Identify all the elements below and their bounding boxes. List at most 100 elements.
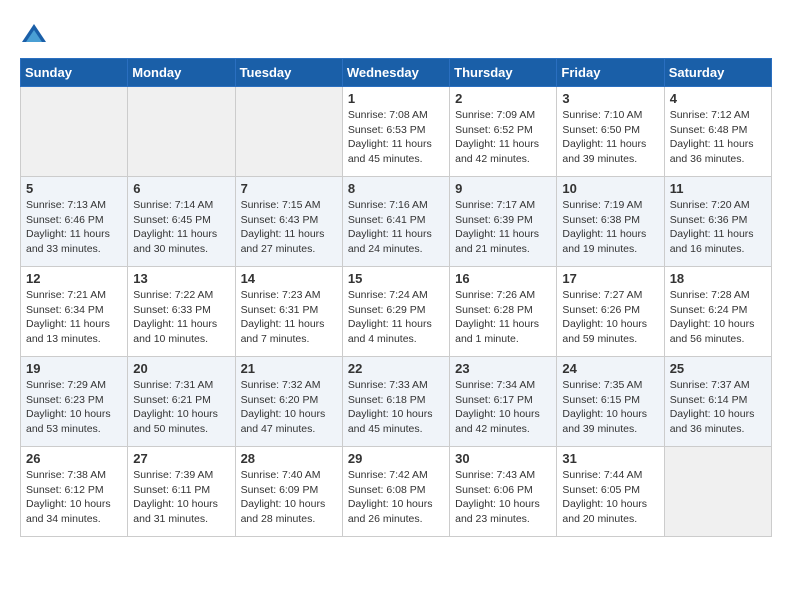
day-number: 21 (241, 361, 337, 376)
day-info: Sunrise: 7:17 AM Sunset: 6:39 PM Dayligh… (455, 198, 551, 257)
calendar-cell: 16 Sunrise: 7:26 AM Sunset: 6:28 PM Dayli… (450, 267, 557, 357)
day-number: 26 (26, 451, 122, 466)
day-info: Sunrise: 7:23 AM Sunset: 6:31 PM Dayligh… (241, 288, 337, 347)
calendar-week-2: 12 Sunrise: 7:21 AM Sunset: 6:34 PM Dayli… (21, 267, 772, 357)
calendar-cell: 21 Sunrise: 7:32 AM Sunset: 6:20 PM Dayli… (235, 357, 342, 447)
calendar-header-row: SundayMondayTuesdayWednesdayThursdayFrid… (21, 59, 772, 87)
day-number: 8 (348, 181, 444, 196)
day-info: Sunrise: 7:13 AM Sunset: 6:46 PM Dayligh… (26, 198, 122, 257)
day-number: 27 (133, 451, 229, 466)
day-info: Sunrise: 7:09 AM Sunset: 6:52 PM Dayligh… (455, 108, 551, 167)
day-info: Sunrise: 7:26 AM Sunset: 6:28 PM Dayligh… (455, 288, 551, 347)
day-info: Sunrise: 7:44 AM Sunset: 6:05 PM Dayligh… (562, 468, 658, 527)
day-number: 3 (562, 91, 658, 106)
day-info: Sunrise: 7:34 AM Sunset: 6:17 PM Dayligh… (455, 378, 551, 437)
day-number: 28 (241, 451, 337, 466)
calendar-cell: 24 Sunrise: 7:35 AM Sunset: 6:15 PM Dayli… (557, 357, 664, 447)
day-number: 23 (455, 361, 551, 376)
calendar-cell: 8 Sunrise: 7:16 AM Sunset: 6:41 PM Daylig… (342, 177, 449, 267)
day-info: Sunrise: 7:21 AM Sunset: 6:34 PM Dayligh… (26, 288, 122, 347)
calendar-header-saturday: Saturday (664, 59, 771, 87)
day-info: Sunrise: 7:43 AM Sunset: 6:06 PM Dayligh… (455, 468, 551, 527)
page-header (20, 20, 772, 48)
calendar-cell: 11Sunrise: 7:20 AM Sunset: 6:36 PM Dayli… (664, 177, 771, 267)
calendar-cell: 10 Sunrise: 7:19 AM Sunset: 6:38 PM Dayli… (557, 177, 664, 267)
calendar-cell: 14 Sunrise: 7:23 AM Sunset: 6:31 PM Dayli… (235, 267, 342, 357)
calendar-cell: 7Sunrise: 7:15 AM Sunset: 6:43 PM Daylig… (235, 177, 342, 267)
day-number: 24 (562, 361, 658, 376)
calendar-cell (235, 87, 342, 177)
day-info: Sunrise: 7:40 AM Sunset: 6:09 PM Dayligh… (241, 468, 337, 527)
day-number: 5 (26, 181, 122, 196)
day-info: Sunrise: 7:19 AM Sunset: 6:38 PM Dayligh… (562, 198, 658, 257)
calendar-header-thursday: Thursday (450, 59, 557, 87)
logo (20, 20, 52, 48)
calendar-cell: 5 Sunrise: 7:13 AM Sunset: 6:46 PM Daylig… (21, 177, 128, 267)
day-number: 2 (455, 91, 551, 106)
calendar-header-monday: Monday (128, 59, 235, 87)
calendar-cell: 17 Sunrise: 7:27 AM Sunset: 6:26 PM Dayli… (557, 267, 664, 357)
calendar-cell (21, 87, 128, 177)
calendar-cell: 28 Sunrise: 7:40 AM Sunset: 6:09 PM Dayli… (235, 447, 342, 537)
day-number: 18 (670, 271, 766, 286)
calendar-header-tuesday: Tuesday (235, 59, 342, 87)
day-info: Sunrise: 7:15 AM Sunset: 6:43 PM Dayligh… (241, 198, 337, 257)
day-info: Sunrise: 7:14 AM Sunset: 6:45 PM Dayligh… (133, 198, 229, 257)
day-info: Sunrise: 7:10 AM Sunset: 6:50 PM Dayligh… (562, 108, 658, 167)
calendar-header-wednesday: Wednesday (342, 59, 449, 87)
calendar-cell: 15Sunrise: 7:24 AM Sunset: 6:29 PM Dayli… (342, 267, 449, 357)
day-number: 16 (455, 271, 551, 286)
day-number: 31 (562, 451, 658, 466)
day-info: Sunrise: 7:35 AM Sunset: 6:15 PM Dayligh… (562, 378, 658, 437)
day-number: 25 (670, 361, 766, 376)
calendar-cell: 12 Sunrise: 7:21 AM Sunset: 6:34 PM Dayli… (21, 267, 128, 357)
calendar-cell: 19Sunrise: 7:29 AM Sunset: 6:23 PM Dayli… (21, 357, 128, 447)
day-info: Sunrise: 7:38 AM Sunset: 6:12 PM Dayligh… (26, 468, 122, 527)
calendar-header-friday: Friday (557, 59, 664, 87)
calendar-cell: 9Sunrise: 7:17 AM Sunset: 6:39 PM Daylig… (450, 177, 557, 267)
calendar-cell: 27Sunrise: 7:39 AM Sunset: 6:11 PM Dayli… (128, 447, 235, 537)
calendar-cell: 18 Sunrise: 7:28 AM Sunset: 6:24 PM Dayli… (664, 267, 771, 357)
calendar-week-3: 19Sunrise: 7:29 AM Sunset: 6:23 PM Dayli… (21, 357, 772, 447)
day-number: 11 (670, 181, 766, 196)
day-number: 1 (348, 91, 444, 106)
calendar-cell: 1 Sunrise: 7:08 AM Sunset: 6:53 PM Daylig… (342, 87, 449, 177)
day-info: Sunrise: 7:29 AM Sunset: 6:23 PM Dayligh… (26, 378, 122, 437)
day-info: Sunrise: 7:08 AM Sunset: 6:53 PM Dayligh… (348, 108, 444, 167)
calendar-header-sunday: Sunday (21, 59, 128, 87)
calendar-cell: 26 Sunrise: 7:38 AM Sunset: 6:12 PM Dayli… (21, 447, 128, 537)
calendar-week-4: 26 Sunrise: 7:38 AM Sunset: 6:12 PM Dayli… (21, 447, 772, 537)
calendar-cell: 30 Sunrise: 7:43 AM Sunset: 6:06 PM Dayli… (450, 447, 557, 537)
calendar-week-0: 1 Sunrise: 7:08 AM Sunset: 6:53 PM Daylig… (21, 87, 772, 177)
logo-icon (20, 20, 48, 48)
day-number: 20 (133, 361, 229, 376)
calendar-cell: 23 Sunrise: 7:34 AM Sunset: 6:17 PM Dayli… (450, 357, 557, 447)
calendar-cell: 3 Sunrise: 7:10 AM Sunset: 6:50 PM Daylig… (557, 87, 664, 177)
calendar-cell: 2 Sunrise: 7:09 AM Sunset: 6:52 PM Daylig… (450, 87, 557, 177)
calendar-cell (664, 447, 771, 537)
day-number: 30 (455, 451, 551, 466)
calendar-table: SundayMondayTuesdayWednesdayThursdayFrid… (20, 58, 772, 537)
calendar-cell (128, 87, 235, 177)
day-info: Sunrise: 7:12 AM Sunset: 6:48 PM Dayligh… (670, 108, 766, 167)
day-number: 6 (133, 181, 229, 196)
day-info: Sunrise: 7:37 AM Sunset: 6:14 PM Dayligh… (670, 378, 766, 437)
day-number: 14 (241, 271, 337, 286)
day-number: 10 (562, 181, 658, 196)
day-number: 15 (348, 271, 444, 286)
calendar-cell: 31 Sunrise: 7:44 AM Sunset: 6:05 PM Dayli… (557, 447, 664, 537)
calendar-cell: 13Sunrise: 7:22 AM Sunset: 6:33 PM Dayli… (128, 267, 235, 357)
day-number: 13 (133, 271, 229, 286)
day-info: Sunrise: 7:28 AM Sunset: 6:24 PM Dayligh… (670, 288, 766, 347)
calendar-cell: 25 Sunrise: 7:37 AM Sunset: 6:14 PM Dayli… (664, 357, 771, 447)
day-number: 4 (670, 91, 766, 106)
calendar-cell: 4 Sunrise: 7:12 AM Sunset: 6:48 PM Daylig… (664, 87, 771, 177)
calendar-cell: 22Sunrise: 7:33 AM Sunset: 6:18 PM Dayli… (342, 357, 449, 447)
day-number: 17 (562, 271, 658, 286)
day-info: Sunrise: 7:16 AM Sunset: 6:41 PM Dayligh… (348, 198, 444, 257)
day-number: 12 (26, 271, 122, 286)
day-info: Sunrise: 7:27 AM Sunset: 6:26 PM Dayligh… (562, 288, 658, 347)
day-info: Sunrise: 7:32 AM Sunset: 6:20 PM Dayligh… (241, 378, 337, 437)
day-number: 29 (348, 451, 444, 466)
day-number: 22 (348, 361, 444, 376)
